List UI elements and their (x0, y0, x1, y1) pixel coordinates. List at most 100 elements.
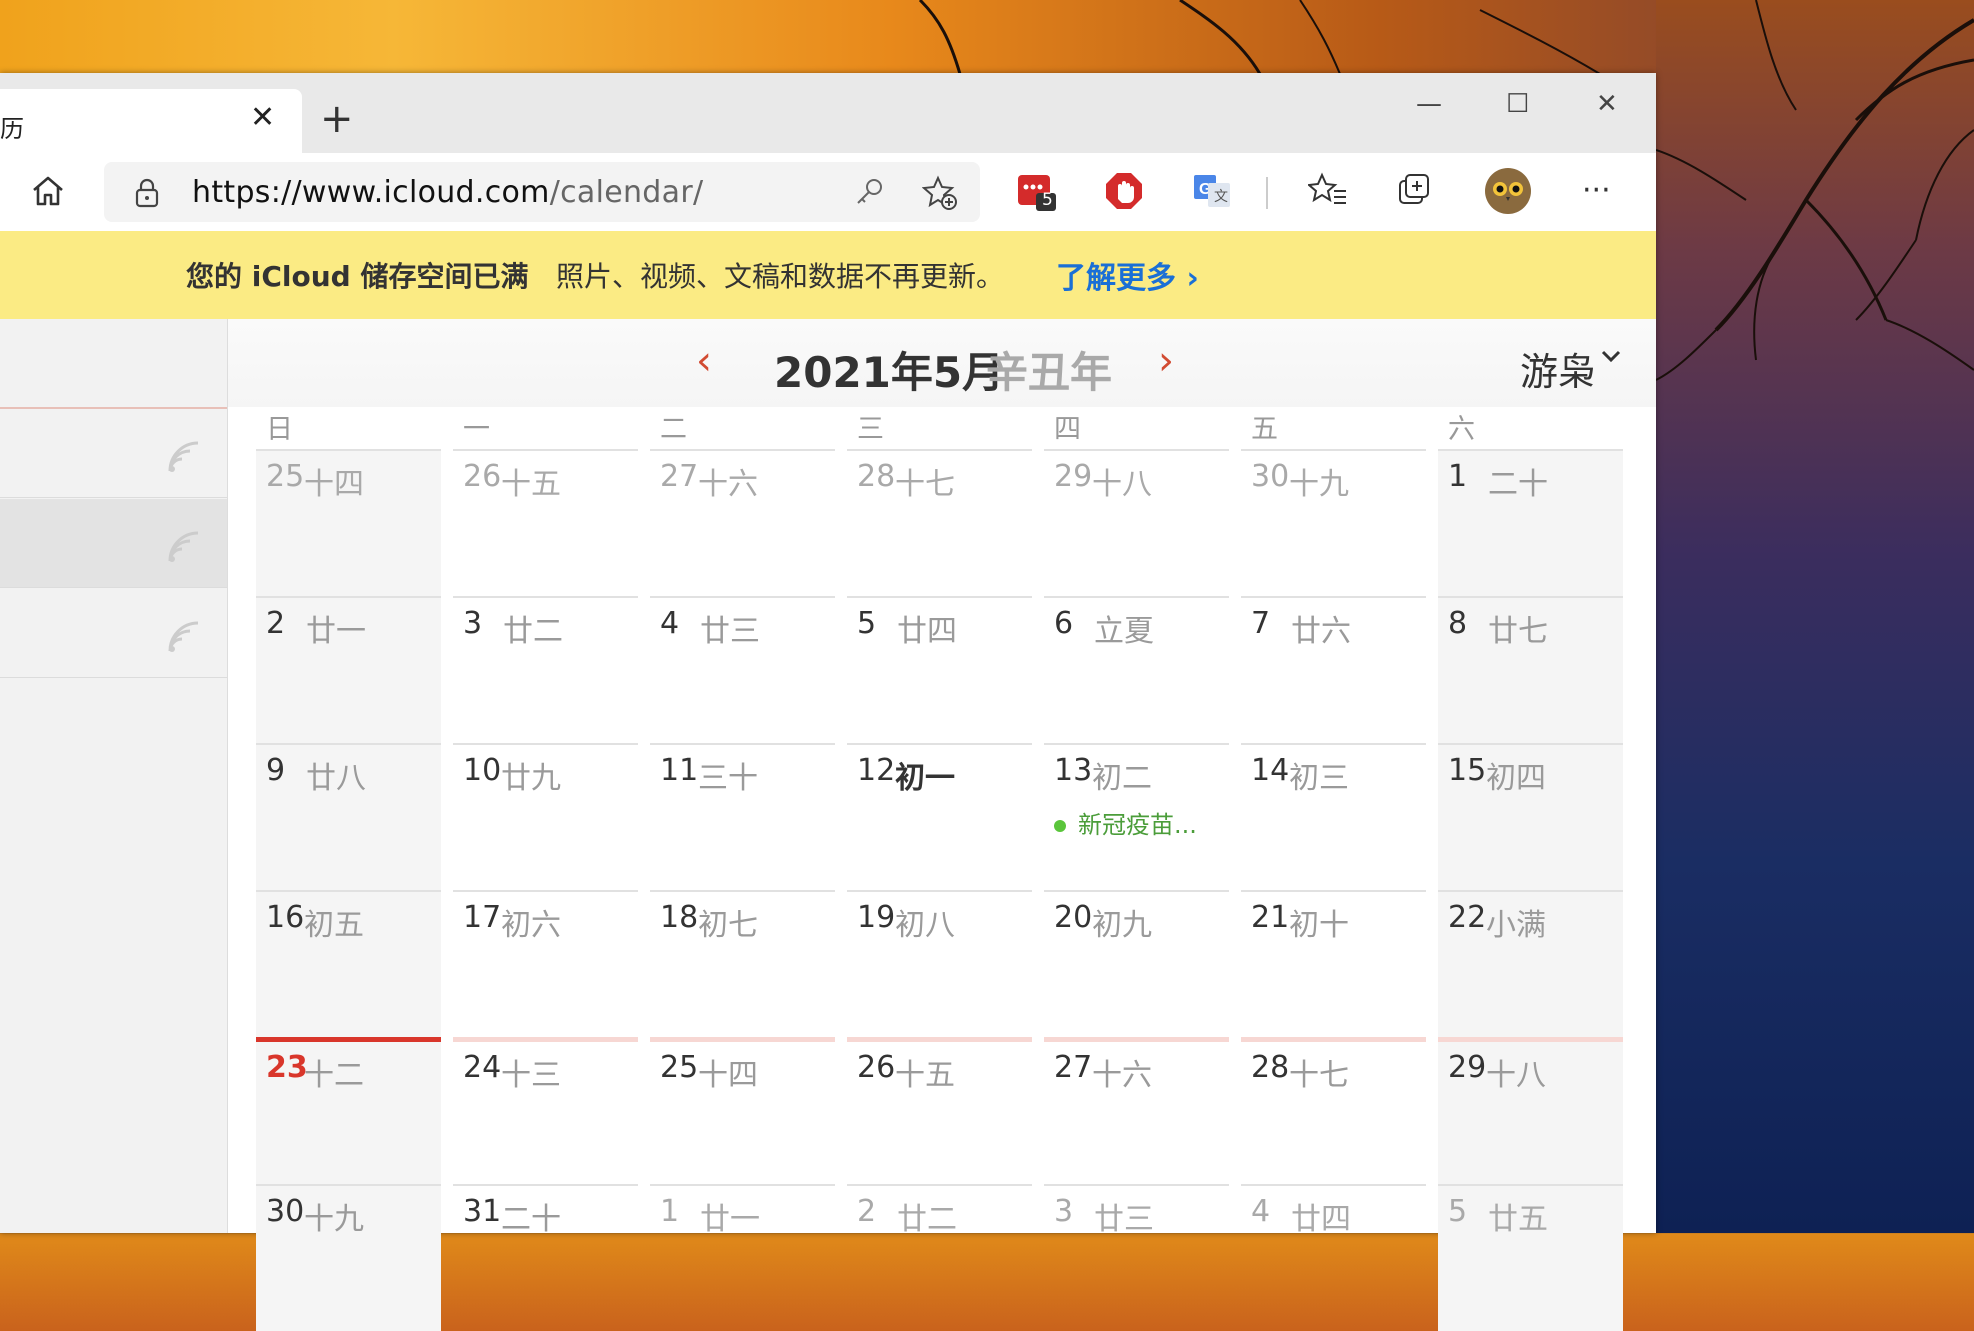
minimize-button[interactable]: — (1416, 89, 1442, 119)
tab-calendar[interactable]: 历 ✕ (0, 89, 302, 153)
more-icon[interactable]: ··· (1582, 173, 1611, 208)
translate-icon[interactable]: G 文 (1192, 171, 1232, 211)
day-number: 25 (660, 1050, 699, 1085)
day-cell[interactable]: 30 十九 (256, 1184, 441, 1331)
day-cell[interactable]: 1 廿一 (650, 1184, 835, 1331)
day-number: 4 (1251, 1194, 1271, 1229)
sidebar-header (0, 319, 227, 409)
day-cell[interactable]: 16 初五 (256, 890, 441, 1037)
collections-icon[interactable] (1396, 171, 1436, 211)
close-window-button[interactable]: ✕ (1596, 89, 1618, 119)
tree-branches (1656, 0, 1974, 381)
adblock-icon[interactable] (1104, 171, 1144, 211)
lunar-day: 廿二 (503, 614, 563, 649)
day-number: 5 (857, 606, 877, 641)
day-cell[interactable]: 23 十二 (256, 1037, 441, 1187)
day-cell[interactable]: 26 十五 (453, 449, 638, 596)
day-cell[interactable]: 5 廿四 (847, 596, 1032, 743)
day-cell[interactable]: 28 十七 (847, 449, 1032, 596)
day-cell[interactable]: 10 廿九 (453, 743, 638, 890)
day-cell[interactable]: 3 廿三 (1044, 1184, 1229, 1331)
chevron-down-icon[interactable] (1600, 345, 1622, 367)
day-cell[interactable]: 25 十四 (650, 1037, 835, 1187)
day-cell[interactable]: 4 廿四 (1241, 1184, 1426, 1331)
day-cell[interactable]: 18 初七 (650, 890, 835, 1037)
address-bar[interactable]: https://www.icloud.com/calendar/ (104, 162, 980, 222)
weekday-header: 五 (1251, 414, 1278, 445)
favorite-add-icon[interactable] (922, 175, 958, 211)
lunar-day: 初二 (1092, 761, 1152, 796)
day-cell[interactable]: 14 初三 (1241, 743, 1426, 890)
favorites-icon[interactable] (1308, 171, 1348, 211)
desktop-wallpaper-right (1656, 0, 1974, 1233)
day-number: 1 (660, 1194, 680, 1229)
day-cell[interactable]: 19 初八 (847, 890, 1032, 1037)
sidebar-calendar-item[interactable] (0, 499, 227, 588)
calendar-event[interactable]: 新冠疫苗... (1054, 805, 1197, 840)
day-cell[interactable]: 17 初六 (453, 890, 638, 1037)
day-cell[interactable]: 29 十八 (1044, 449, 1229, 596)
new-tab-button[interactable]: + (320, 99, 354, 139)
day-cell[interactable]: 25 十四 (256, 449, 441, 596)
maximize-button[interactable]: ☐ (1506, 89, 1529, 119)
day-cell[interactable]: 28 十七 (1241, 1037, 1426, 1187)
lunar-day: 廿九 (501, 761, 561, 796)
day-cell[interactable]: 20 初九 (1044, 890, 1229, 1037)
previous-month-button[interactable]: ‹ (696, 341, 712, 381)
tree-branches-top (918, 0, 1601, 74)
tab-close-button[interactable]: ✕ (250, 103, 275, 133)
user-menu[interactable]: 游枭 (1520, 341, 1596, 396)
day-cell[interactable]: 21 初十 (1241, 890, 1426, 1037)
lunar-day: 十四 (304, 467, 364, 502)
banner-message: 照片、视频、文稿和数据不再更新。 (556, 260, 1005, 293)
day-number: 16 (266, 900, 305, 935)
lunar-day: 初四 (1486, 761, 1546, 796)
day-cell[interactable]: 12 初一 (847, 743, 1032, 890)
day-cell[interactable]: 5 廿五 (1438, 1184, 1623, 1331)
profile-avatar[interactable] (1484, 167, 1532, 215)
day-number: 22 (1448, 900, 1487, 935)
day-number: 30 (266, 1194, 305, 1229)
next-month-button[interactable]: › (1158, 341, 1174, 381)
day-cell[interactable]: 29 十八 (1438, 1037, 1623, 1187)
day-cell[interactable]: 22 小满 (1438, 890, 1623, 1037)
day-cell[interactable]: 6 立夏 (1044, 596, 1229, 743)
lunar-day: 初八 (895, 908, 955, 943)
lunar-day: 廿八 (306, 761, 366, 796)
sidebar-calendar-item[interactable] (0, 409, 227, 498)
extension-icon[interactable]: 5 (1016, 171, 1056, 211)
day-cell[interactable]: 24 十三 (453, 1037, 638, 1187)
home-icon[interactable] (30, 173, 66, 209)
month-title: 2021年5月 (774, 348, 1005, 397)
weekday-header: 二 (660, 414, 687, 445)
learn-more-link[interactable]: 了解更多 › (1056, 253, 1199, 297)
day-cell[interactable]: 26 十五 (847, 1037, 1032, 1187)
day-cell[interactable]: 8 廿七 (1438, 596, 1623, 743)
day-number: 31 (463, 1194, 502, 1229)
day-cell[interactable]: 2 廿二 (847, 1184, 1032, 1331)
day-cell[interactable]: 2 廿一 (256, 596, 441, 743)
lock-icon[interactable] (134, 178, 160, 208)
day-cell[interactable]: 7 廿六 (1241, 596, 1426, 743)
day-cell[interactable]: 27 十六 (650, 449, 835, 596)
day-cell[interactable]: 11 三十 (650, 743, 835, 890)
day-cell[interactable]: 27 十六 (1044, 1037, 1229, 1187)
lunar-day: 十七 (1289, 1058, 1349, 1093)
day-cell[interactable]: 3 廿二 (453, 596, 638, 743)
day-number: 26 (857, 1050, 896, 1085)
lunar-day: 初九 (1092, 908, 1152, 943)
day-cell[interactable]: 1 二十 (1438, 449, 1623, 596)
lunar-day: 廿二 (897, 1202, 957, 1237)
day-cell[interactable]: 31 二十 (453, 1184, 638, 1331)
key-icon[interactable] (854, 176, 886, 208)
day-number: 13 (1054, 753, 1093, 788)
banner-title: 您的 iCloud 储存空间已满 (186, 260, 529, 293)
lunar-day: 小满 (1486, 908, 1546, 943)
day-cell[interactable]: 4 廿三 (650, 596, 835, 743)
day-cell[interactable]: 9 廿八 (256, 743, 441, 890)
day-cell[interactable]: 15 初四 (1438, 743, 1623, 890)
tab-bar: 历 ✕ + — ☐ ✕ (0, 73, 1656, 153)
day-cell[interactable]: 30 十九 (1241, 449, 1426, 596)
sidebar-calendar-item[interactable] (0, 589, 227, 678)
day-cell[interactable]: 13 初二新冠疫苗... (1044, 743, 1229, 890)
